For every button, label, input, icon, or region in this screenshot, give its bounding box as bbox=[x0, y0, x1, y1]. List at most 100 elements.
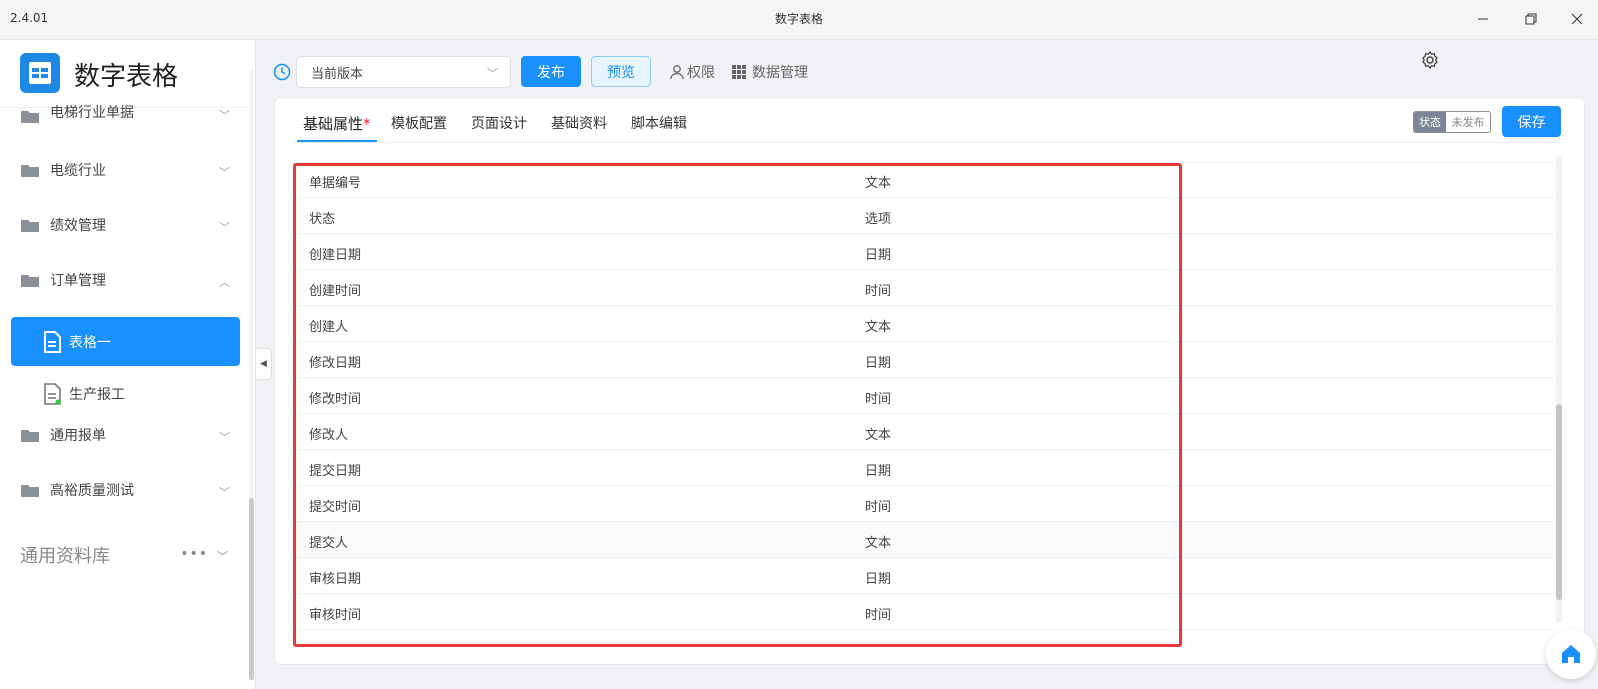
table-row[interactable]: 状态 选项 bbox=[292, 198, 1554, 234]
permission-button[interactable]: 权限 bbox=[669, 62, 715, 82]
chevron-down-icon: ﹀ bbox=[219, 166, 230, 179]
folder-icon bbox=[21, 165, 39, 177]
chevron-down-icon: ﹀ bbox=[217, 550, 228, 563]
field-name-cell: 修改日期 bbox=[309, 356, 362, 371]
field-type-cell: 文本 bbox=[865, 428, 892, 443]
table-row[interactable]: 修改时间 时间 bbox=[292, 378, 1554, 414]
table-row[interactable]: 修改日期 日期 bbox=[292, 342, 1554, 378]
table-row[interactable]: 单据编号 文本 bbox=[292, 162, 1554, 198]
restore-button[interactable] bbox=[1508, 0, 1554, 38]
sidebar-subitem-label: 表格一 bbox=[69, 334, 111, 351]
tab-page-design[interactable]: 页面设计 bbox=[471, 113, 527, 133]
field-name-cell: 修改人 bbox=[309, 428, 349, 443]
sidebar-subitem-table1[interactable]: 表格一 bbox=[11, 317, 240, 366]
sidebar-item-label: 电梯行业单据 bbox=[50, 105, 134, 121]
field-type-cell: 时间 bbox=[865, 284, 892, 299]
field-type-cell: 日期 bbox=[865, 464, 892, 479]
publish-button[interactable]: 发布 bbox=[521, 56, 581, 87]
tab-basic-properties[interactable]: 基础属性* bbox=[303, 113, 371, 134]
table-row[interactable]: 审核日期 日期 bbox=[292, 558, 1554, 594]
sidebar-subitem-production-report[interactable]: 生产报工 bbox=[11, 369, 240, 418]
field-type-cell: 文本 bbox=[865, 176, 892, 191]
document-icon bbox=[44, 382, 61, 405]
data-manage-label: 数据管理 bbox=[752, 65, 808, 81]
app-name: 数字表格 bbox=[74, 62, 179, 92]
chevron-up-icon: ︿ bbox=[219, 276, 230, 289]
gear-icon[interactable] bbox=[1420, 50, 1440, 70]
field-name-cell: 审核时间 bbox=[309, 608, 362, 623]
table-row[interactable]: 提交人 文本 bbox=[292, 522, 1554, 558]
close-button[interactable] bbox=[1554, 0, 1598, 38]
table-row[interactable]: 创建日期 日期 bbox=[292, 234, 1554, 270]
table-row[interactable]: 提交日期 日期 bbox=[292, 450, 1554, 486]
field-type-cell: 时间 bbox=[865, 500, 892, 515]
table-row[interactable]: 提交时间 时间 bbox=[292, 486, 1554, 522]
version-select-value: 当前版本 bbox=[311, 66, 364, 82]
sidebar-item-label: 高裕质量测试 bbox=[50, 483, 134, 499]
field-name-cell: 创建人 bbox=[309, 320, 349, 335]
app-version: 2.4.01 bbox=[10, 11, 49, 25]
field-type-cell: 文本 bbox=[865, 536, 892, 551]
sidebar: 数字表格 电梯行业单据 ﹀ 电缆行业 ﹀ 绩效管理 ﹀ 订单管理 ︿ 表格一 生… bbox=[0, 40, 256, 689]
tab-script-editor[interactable]: 脚本编辑 bbox=[631, 113, 687, 133]
chevron-down-icon: ﹀ bbox=[219, 431, 230, 444]
sidebar-library[interactable]: 通用资料库 ••• ﹀ bbox=[20, 540, 230, 570]
user-icon bbox=[670, 65, 684, 80]
table-row[interactable]: 创建时间 时间 bbox=[292, 270, 1554, 306]
sidebar-scroll-thumb[interactable] bbox=[249, 498, 254, 680]
field-name-cell: 提交时间 bbox=[309, 500, 362, 515]
sidebar-item-label: 电缆行业 bbox=[50, 163, 106, 179]
caret-left-icon: ◀ bbox=[260, 359, 267, 369]
minimize-button[interactable] bbox=[1460, 0, 1506, 38]
chevron-down-icon: ﹀ bbox=[219, 221, 230, 234]
tab-basic-data[interactable]: 基础资料 bbox=[551, 113, 607, 133]
field-type-cell: 时间 bbox=[865, 608, 892, 623]
sidebar-item-quality-test[interactable]: 高裕质量测试 ﹀ bbox=[20, 472, 230, 508]
save-button[interactable]: 保存 bbox=[1502, 106, 1561, 137]
field-name-cell: 创建日期 bbox=[309, 248, 362, 263]
field-name-cell: 单据编号 bbox=[309, 176, 362, 191]
sidebar-item-elevator[interactable]: 电梯行业单据 ﹀ bbox=[20, 99, 230, 133]
table-row[interactable]: 审核时间 时间 bbox=[292, 594, 1554, 630]
field-type-cell: 日期 bbox=[865, 356, 892, 371]
tab-template-config[interactable]: 模板配置 bbox=[391, 113, 447, 133]
table-scroll-thumb[interactable] bbox=[1556, 404, 1562, 600]
collapse-sidebar-button[interactable]: ◀ bbox=[256, 348, 272, 380]
folder-icon bbox=[21, 430, 39, 442]
version-select[interactable]: 当前版本 ﹀ bbox=[296, 56, 511, 88]
field-name-cell: 状态 bbox=[309, 212, 336, 227]
sidebar-item-general-report[interactable]: 通用报单 ﹀ bbox=[20, 417, 230, 453]
folder-icon bbox=[21, 485, 39, 497]
history-icon[interactable] bbox=[273, 63, 291, 81]
grid-icon bbox=[732, 65, 746, 79]
table-row[interactable]: 修改人 文本 bbox=[292, 414, 1554, 450]
folder-icon bbox=[21, 275, 39, 287]
home-button[interactable] bbox=[1546, 629, 1596, 679]
sidebar-item-cable[interactable]: 电缆行业 ﹀ bbox=[20, 152, 230, 188]
status-badge: 状态 未发布 bbox=[1413, 111, 1491, 133]
window-title: 数字表格 bbox=[774, 12, 823, 26]
field-name-cell: 审核日期 bbox=[309, 572, 362, 587]
data-manage-button[interactable]: 数据管理 bbox=[731, 62, 808, 82]
sidebar-item-orders[interactable]: 订单管理 ︿ bbox=[20, 262, 230, 298]
sidebar-item-label: 通用报单 bbox=[50, 428, 106, 444]
more-icon[interactable]: ••• bbox=[180, 546, 208, 562]
restore-icon bbox=[1525, 13, 1537, 25]
sidebar-item-performance[interactable]: 绩效管理 ﹀ bbox=[20, 207, 230, 243]
title-bar: 2.4.01 数字表格 bbox=[0, 0, 1598, 40]
table-row[interactable]: 创建人 文本 bbox=[292, 306, 1554, 342]
field-name-cell: 修改时间 bbox=[309, 392, 362, 407]
field-type-cell: 日期 bbox=[865, 572, 892, 587]
field-type-cell: 日期 bbox=[865, 248, 892, 263]
field-type-cell: 选项 bbox=[865, 212, 892, 227]
tab-label: 基础属性 bbox=[303, 115, 364, 133]
preview-button[interactable]: 预览 bbox=[591, 56, 651, 87]
chevron-down-icon: ﹀ bbox=[487, 67, 498, 80]
field-type-cell: 时间 bbox=[865, 392, 892, 407]
field-name-cell: 提交人 bbox=[309, 536, 349, 551]
status-value: 未发布 bbox=[1446, 112, 1490, 132]
minimize-icon bbox=[1478, 18, 1488, 20]
sidebar-item-label: 绩效管理 bbox=[50, 218, 106, 234]
active-tab-indicator bbox=[297, 140, 377, 142]
tabs-divider bbox=[292, 142, 1562, 143]
